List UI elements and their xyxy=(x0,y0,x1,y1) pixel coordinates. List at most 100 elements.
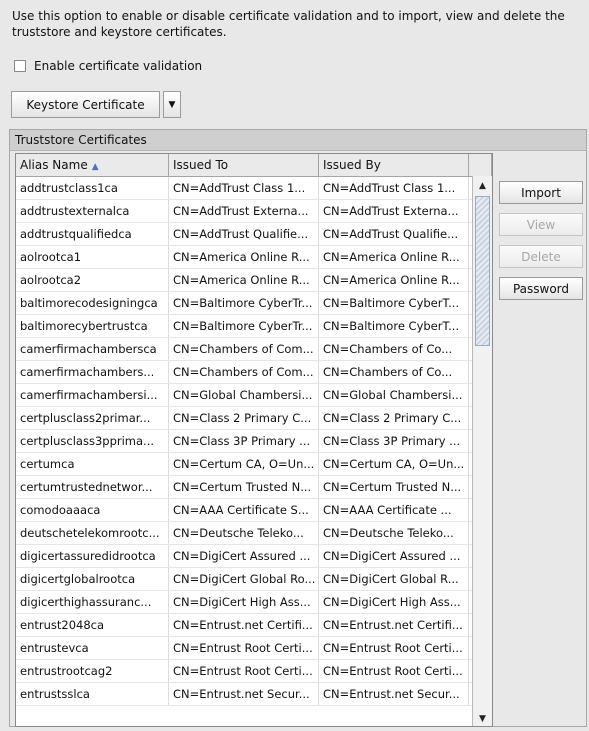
cell-issued-to: CN=Certum Trusted N... xyxy=(169,476,319,498)
cell-issued-by: CN=AAA Certificate ... xyxy=(319,499,469,521)
cell-issued-to: CN=Deutsche Teleko... xyxy=(169,522,319,544)
table-row[interactable]: certplusclass3pprima... CN=Class 3P Prima… xyxy=(16,430,492,453)
cell-issued-by: CN=DigiCert Global R... xyxy=(319,568,469,590)
column-header-issued-to[interactable]: Issued To xyxy=(169,154,319,176)
cell-alias: deutschetelekomrootc... xyxy=(16,522,169,544)
table-row[interactable]: addtrustqualifiedca CN=AddTrust Qualifie.… xyxy=(16,223,492,246)
cell-issued-to: CN=Entrust.net Certifi... xyxy=(169,614,319,636)
table-row[interactable]: baltimorecybertrustca CN=Baltimore CyberT… xyxy=(16,315,492,338)
column-header-corner xyxy=(469,154,492,176)
table-row[interactable]: entrustevca CN=Entrust Root Certi... CN=En… xyxy=(16,637,492,660)
cell-issued-to: CN=America Online R... xyxy=(169,246,319,268)
cell-alias: certplusclass2primar... xyxy=(16,407,169,429)
cell-issued-by: CN=Entrust.net Certifi... xyxy=(319,614,469,636)
view-button[interactable]: View xyxy=(499,213,583,236)
cell-issued-to: CN=DigiCert Assured ... xyxy=(169,545,319,567)
cell-alias: entrustevca xyxy=(16,637,169,659)
cell-issued-to: CN=AddTrust Qualifie... xyxy=(169,223,319,245)
password-button[interactable]: Password xyxy=(499,277,583,300)
cell-issued-to: CN=DigiCert Global Ro... xyxy=(169,568,319,590)
table-row[interactable]: entrustsslca CN=Entrust.net Secur... CN=En… xyxy=(16,683,492,706)
cell-issued-by: CN=Chambers of Co... xyxy=(319,338,469,360)
sort-ascending-icon: ▲ xyxy=(91,162,99,172)
keystore-dropdown-value[interactable]: Keystore Certificate xyxy=(11,91,160,118)
cell-alias: certplusclass3pprima... xyxy=(16,430,169,452)
action-buttons: Import View Delete Password xyxy=(499,181,583,309)
cell-issued-to: CN=AddTrust Class 1... xyxy=(169,177,319,199)
table-row[interactable]: deutschetelekomrootc... CN=Deutsche Telek… xyxy=(16,522,492,545)
cell-issued-to: CN=Class 2 Primary C... xyxy=(169,407,319,429)
column-header-issued-by[interactable]: Issued By xyxy=(319,154,469,176)
cell-issued-by: CN=AddTrust Class 1... xyxy=(319,177,469,199)
table-row[interactable]: aolrootca1 CN=America Online R... CN=Ameri… xyxy=(16,246,492,269)
cell-issued-by: CN=Entrust Root Certi... xyxy=(319,660,469,682)
table-body: addtrustclass1ca CN=AddTrust Class 1... CN… xyxy=(16,177,492,706)
truststore-panel: Truststore Certificates Alias Name ▲ Issu… xyxy=(9,129,587,727)
table-row[interactable]: certumca CN=Certum CA, O=Un... CN=Certum C… xyxy=(16,453,492,476)
table-row[interactable]: entrustrootcag2 CN=Entrust Root Certi... C… xyxy=(16,660,492,683)
cell-alias: baltimorecodesigningca xyxy=(16,292,169,314)
table-row[interactable]: digicertglobalrootca CN=DigiCert Global R… xyxy=(16,568,492,591)
table-row[interactable]: camerfirmachambersi... CN=Global Chambers… xyxy=(16,384,492,407)
cell-alias: digicertassuredidrootca xyxy=(16,545,169,567)
cell-issued-by: CN=Certum Trusted N... xyxy=(319,476,469,498)
cell-issued-to: CN=Baltimore CyberTr... xyxy=(169,292,319,314)
cell-alias: addtrustclass1ca xyxy=(16,177,169,199)
enable-validation-label: Enable certificate validation xyxy=(34,59,203,73)
description-text: Use this option to enable or disable cer… xyxy=(12,9,565,39)
table-row[interactable]: baltimorecodesigningca CN=Baltimore Cyber… xyxy=(16,292,492,315)
scroll-down-arrow-icon[interactable]: ▼ xyxy=(473,710,492,726)
cell-issued-to: CN=Chambers of Com... xyxy=(169,361,319,383)
cell-alias: comodoaaaca xyxy=(16,499,169,521)
cell-issued-by: CN=DigiCert Assured ... xyxy=(319,545,469,567)
cell-alias: addtrustexternalca xyxy=(16,200,169,222)
keystore-dropdown[interactable]: Keystore Certificate ▼ xyxy=(11,91,181,118)
cell-alias: digicerthighassuranc... xyxy=(16,591,169,613)
column-header-alias[interactable]: Alias Name ▲ xyxy=(16,154,169,176)
cell-issued-by: CN=Baltimore CyberT... xyxy=(319,315,469,337)
table-row[interactable]: camerfirmachambersca CN=Chambers of Com..… xyxy=(16,338,492,361)
cell-issued-by: CN=DigiCert High Ass... xyxy=(319,591,469,613)
cell-alias: baltimorecybertrustca xyxy=(16,315,169,337)
scrollbar-thumb[interactable] xyxy=(475,196,490,346)
vertical-scrollbar[interactable]: ▲ ▼ xyxy=(472,176,492,726)
table-row[interactable]: digicertassuredidrootca CN=DigiCert Assur… xyxy=(16,545,492,568)
table-row[interactable]: certumtrustednetwor... CN=Certum Trusted … xyxy=(16,476,492,499)
cell-alias: certumtrustednetwor... xyxy=(16,476,169,498)
cell-alias: entrust2048ca xyxy=(16,614,169,636)
cell-alias: digicertglobalrootca xyxy=(16,568,169,590)
cell-alias: addtrustqualifiedca xyxy=(16,223,169,245)
cell-issued-to: CN=Class 3P Primary ... xyxy=(169,430,319,452)
cell-alias: entrustsslca xyxy=(16,683,169,705)
table-row[interactable]: camerfirmachambers... CN=Chambers of Com.… xyxy=(16,361,492,384)
cell-issued-to: CN=Global Chambersi... xyxy=(169,384,319,406)
cell-issued-by: CN=Baltimore CyberT... xyxy=(319,292,469,314)
table-row[interactable]: digicerthighassuranc... CN=DigiCert High … xyxy=(16,591,492,614)
cell-issued-by: CN=America Online R... xyxy=(319,269,469,291)
scroll-up-arrow-icon[interactable]: ▲ xyxy=(473,177,492,195)
delete-button[interactable]: Delete xyxy=(499,245,583,268)
table-row[interactable]: addtrustclass1ca CN=AddTrust Class 1... CN… xyxy=(16,177,492,200)
enable-certificate-validation[interactable]: Enable certificate validation xyxy=(14,59,202,73)
cell-issued-by: CN=Entrust Root Certi... xyxy=(319,637,469,659)
table-row[interactable]: entrust2048ca CN=Entrust.net Certifi... CN… xyxy=(16,614,492,637)
cell-issued-by: CN=Global Chambersi... xyxy=(319,384,469,406)
cell-issued-to: CN=AddTrust Externa... xyxy=(169,200,319,222)
cell-alias: certumca xyxy=(16,453,169,475)
cell-alias: camerfirmachambersi... xyxy=(16,384,169,406)
cell-issued-by: CN=Entrust.net Secur... xyxy=(319,683,469,705)
enable-validation-checkbox[interactable] xyxy=(14,60,26,72)
cell-issued-to: CN=Certum CA, O=Un... xyxy=(169,453,319,475)
chevron-down-icon[interactable]: ▼ xyxy=(163,91,181,118)
table-row[interactable]: certplusclass2primar... CN=Class 2 Primar… xyxy=(16,407,492,430)
table-row[interactable]: aolrootca2 CN=America Online R... CN=Ameri… xyxy=(16,269,492,292)
table-header: Alias Name ▲ Issued To Issued By xyxy=(16,154,492,177)
certificates-table: Alias Name ▲ Issued To Issued By addtrust… xyxy=(15,153,493,727)
cell-issued-to: CN=Baltimore CyberTr... xyxy=(169,315,319,337)
cell-issued-by: CN=Certum CA, O=Un... xyxy=(319,453,469,475)
table-row[interactable]: comodoaaaca CN=AAA Certificate S... CN=AAA… xyxy=(16,499,492,522)
cell-issued-to: CN=Entrust.net Secur... xyxy=(169,683,319,705)
table-row[interactable]: addtrustexternalca CN=AddTrust Externa...… xyxy=(16,200,492,223)
cell-issued-to: CN=Entrust Root Certi... xyxy=(169,660,319,682)
import-button[interactable]: Import xyxy=(499,181,583,204)
